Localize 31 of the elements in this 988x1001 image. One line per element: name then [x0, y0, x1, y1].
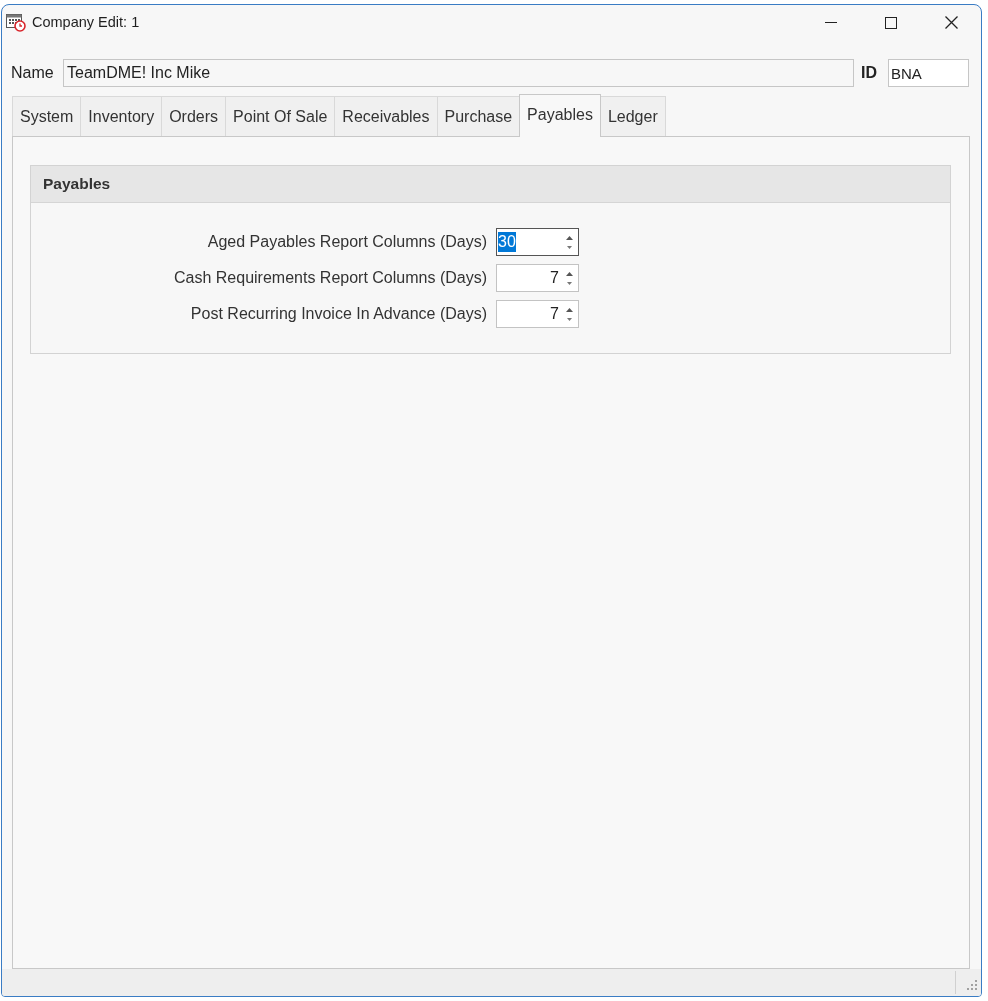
spin-down-icon[interactable]	[566, 317, 572, 321]
spin-down-icon[interactable]	[566, 281, 572, 285]
close-icon	[944, 16, 958, 29]
group-title: Payables	[43, 174, 111, 195]
spin-box[interactable]: 7	[496, 264, 579, 292]
minimize-icon	[825, 22, 837, 23]
tab[interactable]: Receivables	[334, 96, 438, 136]
id-label: ID	[861, 63, 878, 83]
name-input[interactable]: TeamDME! Inc Mike	[63, 59, 854, 87]
window-title: Company Edit: 1	[32, 12, 140, 32]
spin-down-icon[interactable]	[566, 245, 572, 249]
spin-up-icon[interactable]	[565, 235, 573, 240]
id-input[interactable]: BNA	[888, 59, 969, 87]
tab[interactable]: Purchase	[436, 96, 521, 136]
spin-up-icon[interactable]	[565, 271, 573, 276]
tab[interactable]: Payables	[519, 94, 601, 137]
tab[interactable]: System	[12, 96, 82, 136]
tab[interactable]: Point Of Sale	[225, 96, 336, 136]
name-label: Name	[11, 63, 55, 83]
tab[interactable]: Orders	[161, 96, 227, 136]
spin-up-icon[interactable]	[565, 307, 573, 312]
maximize-icon	[885, 16, 897, 29]
field-label: Aged Payables Report Columns (Days)	[206, 232, 487, 252]
spin-box[interactable]: 7	[496, 300, 579, 328]
spin-box[interactable]: 30	[496, 228, 579, 256]
tab[interactable]: Ledger	[599, 96, 666, 136]
tab[interactable]: Inventory	[80, 96, 163, 136]
resize-grip-icon[interactable]	[967, 980, 977, 990]
field-label: Cash Requirements Report Columns (Days)	[173, 268, 487, 288]
calendar-clock-icon	[6, 13, 26, 32]
field-label: Post Recurring Invoice In Advance (Days)	[189, 304, 487, 324]
